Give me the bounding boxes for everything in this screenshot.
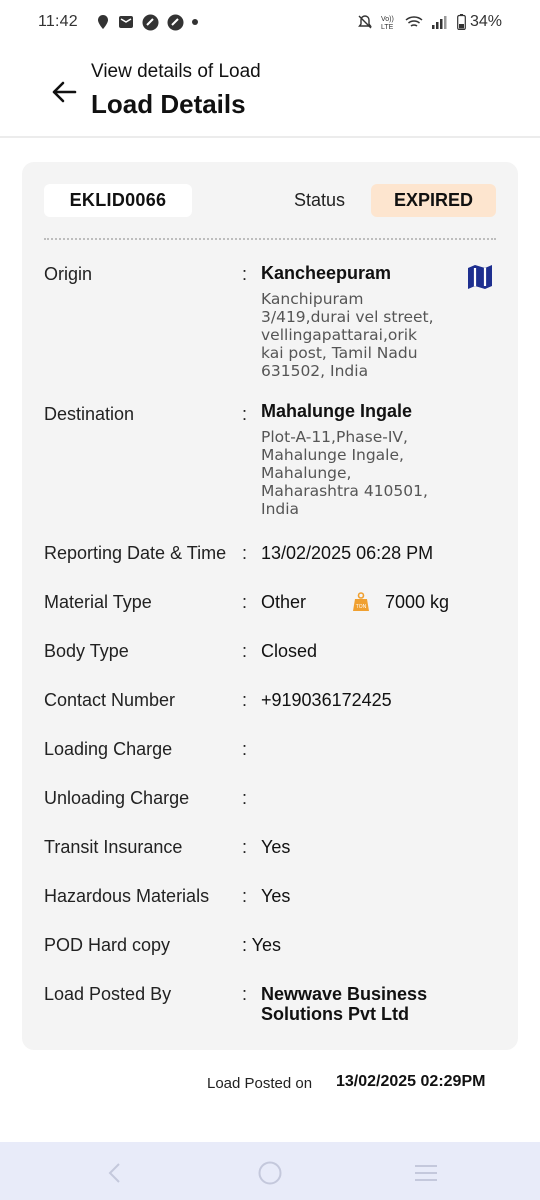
hazardous-label: Hazardous Materials — [44, 886, 210, 906]
destination-colon: : — [242, 404, 248, 424]
volte-icon: Vo))LTE — [381, 16, 394, 30]
material-value: Other — [261, 592, 307, 612]
destination-label: Destination — [44, 404, 135, 424]
app-icon — [142, 14, 159, 30]
svg-text:Vo)): Vo)) — [381, 16, 394, 23]
arrow-left-icon — [52, 81, 77, 103]
contact-colon: : — [242, 690, 248, 710]
map-icon[interactable] — [466, 264, 494, 290]
signal-icon — [431, 16, 447, 29]
reporting-label: Reporting Date & Time — [44, 543, 227, 563]
weight-icon: TON — [353, 592, 369, 611]
origin-label: Origin — [44, 264, 93, 284]
nav-home-button[interactable] — [256, 1159, 284, 1187]
destination-address: Plot-A-11,Phase-IV, Mahalunge Ingale, Ma… — [261, 428, 428, 518]
material-colon: : — [242, 592, 248, 612]
app-header: View details of Load Load Details — [0, 44, 540, 138]
mail-icon — [118, 16, 133, 28]
reporting-value: 13/02/2025 06:28 PM — [261, 543, 434, 563]
reporting-colon: : — [242, 543, 248, 563]
status-bar: 11:42 Vo)) LTE 34% — [0, 0, 540, 44]
contact-label: Contact Number — [44, 690, 176, 710]
origin-colon: : — [242, 264, 248, 284]
svg-text:LTE: LTE — [381, 24, 394, 30]
origin-address: Kanchipuram 3/419,durai vel street, vell… — [261, 290, 434, 380]
posted-by-value: Newwave Business Solutions Pvt Ltd — [261, 984, 428, 1024]
dotted-divider — [44, 238, 496, 240]
insurance-label: Transit Insurance — [44, 837, 183, 857]
home-nav-icon — [258, 1161, 282, 1185]
contact-number[interactable]: +919036172425 — [261, 690, 392, 711]
posted-by-colon: : — [242, 984, 248, 1004]
svg-text:TON: TON — [356, 604, 367, 610]
unloading-charge-label: Unloading Charge — [44, 788, 190, 808]
nav-back-button[interactable] — [100, 1159, 128, 1187]
origin-city: Kancheepuram — [261, 263, 392, 283]
destination-city: Mahalunge Ingale — [261, 401, 413, 421]
pod-value: : Yes — [242, 935, 282, 955]
body-type-label: Body Type — [44, 641, 129, 661]
material-weight: 7000 kg — [385, 592, 450, 612]
back-nav-icon — [108, 1163, 120, 1183]
mute-icon — [358, 15, 372, 29]
battery-icon — [457, 14, 466, 30]
hazardous-value: Yes — [261, 886, 291, 906]
load-id-chip: EKLID0066 — [44, 184, 192, 217]
wifi-icon — [405, 16, 423, 27]
insurance-colon: : — [242, 837, 248, 857]
body-type-colon: : — [242, 641, 248, 661]
status-badge: EXPIRED — [371, 184, 496, 217]
notification-dot — [191, 19, 198, 25]
back-button[interactable] — [48, 76, 80, 108]
nav-recents-button[interactable] — [412, 1159, 440, 1187]
posted-on-value: 13/02/2025 02:29PM — [336, 1073, 486, 1090]
loading-charge-colon: : — [242, 739, 248, 759]
pod-label: POD Hard copy — [44, 935, 171, 955]
system-nav-bar — [0, 1142, 540, 1200]
header-subtitle: View details of Load — [91, 61, 261, 82]
location-icon — [97, 15, 108, 29]
loading-charge-label: Loading Charge — [44, 739, 173, 759]
recents-nav-icon — [415, 1165, 437, 1181]
load-details-card: EKLID0066 Status EXPIRED Origin : Kanche… — [22, 162, 518, 1050]
unloading-charge-colon: : — [242, 788, 248, 808]
page-title: Load Details — [91, 89, 246, 119]
status-label: Status — [294, 190, 346, 210]
battery-percent: 34% — [469, 13, 502, 30]
hazardous-colon: : — [242, 886, 248, 906]
clock: 11:42 — [38, 13, 78, 30]
insurance-value: Yes — [261, 837, 291, 857]
body-type-value: Closed — [261, 641, 318, 661]
material-label: Material Type — [44, 592, 152, 612]
app-icon — [167, 14, 184, 30]
posted-by-label: Load Posted By — [44, 984, 172, 1004]
posted-on-label: Load Posted on — [207, 1075, 313, 1092]
